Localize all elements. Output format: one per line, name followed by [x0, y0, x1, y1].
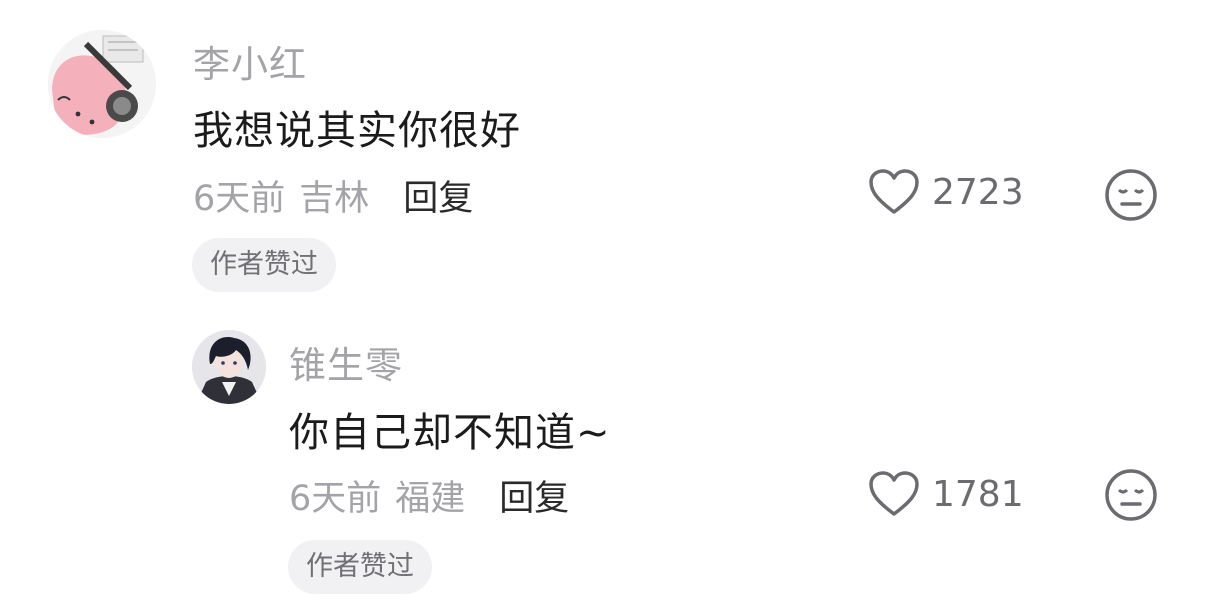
dislike-button[interactable]	[1104, 168, 1158, 222]
reply-item: 锥生零 你自己却不知道~ 6天前 福建 回复 1781 作者赞过	[0, 310, 1206, 613]
like-button[interactable]: 2723	[868, 168, 1024, 216]
pink-cartoon-avatar-icon	[48, 30, 156, 138]
user-avatar[interactable]	[192, 330, 266, 404]
comment-item: 李小红 我想说其实你很好 6天前 吉林 回复 2723 作者赞过	[0, 0, 1206, 310]
unamused-face-icon	[1105, 469, 1157, 521]
comment-region: 吉林	[299, 179, 370, 219]
like-button[interactable]: 1781	[868, 470, 1024, 518]
comment-thread: 李小红 我想说其实你很好 6天前 吉林 回复 2723 作者赞过 锥生零 你自己…	[0, 0, 1206, 613]
comment-text: 你自己却不知道~	[289, 410, 611, 456]
anime-character-avatar-icon	[192, 330, 266, 404]
like-count: 2723	[932, 171, 1024, 213]
comment-username[interactable]: 锥生零	[289, 335, 403, 389]
user-avatar[interactable]	[48, 30, 156, 138]
heart-outline-icon	[869, 471, 919, 516]
like-count: 1781	[932, 473, 1024, 515]
comment-text: 我想说其实你很好	[193, 108, 521, 154]
author-liked-badge: 作者赞过	[288, 540, 432, 594]
author-liked-badge: 作者赞过	[192, 238, 336, 292]
comment-username[interactable]: 李小红	[193, 34, 307, 88]
comment-time: 6天前	[193, 179, 286, 219]
dislike-button[interactable]	[1104, 468, 1158, 522]
reply-button[interactable]: 回复	[403, 170, 473, 221]
unamused-face-icon	[1105, 169, 1157, 221]
comment-meta: 6天前 福建 回复	[289, 470, 569, 521]
heart-outline-icon	[869, 169, 919, 214]
reply-button[interactable]: 回复	[499, 470, 569, 521]
comment-time: 6天前	[289, 479, 382, 519]
comment-region: 福建	[395, 479, 466, 519]
comment-meta: 6天前 吉林 回复	[193, 170, 473, 221]
